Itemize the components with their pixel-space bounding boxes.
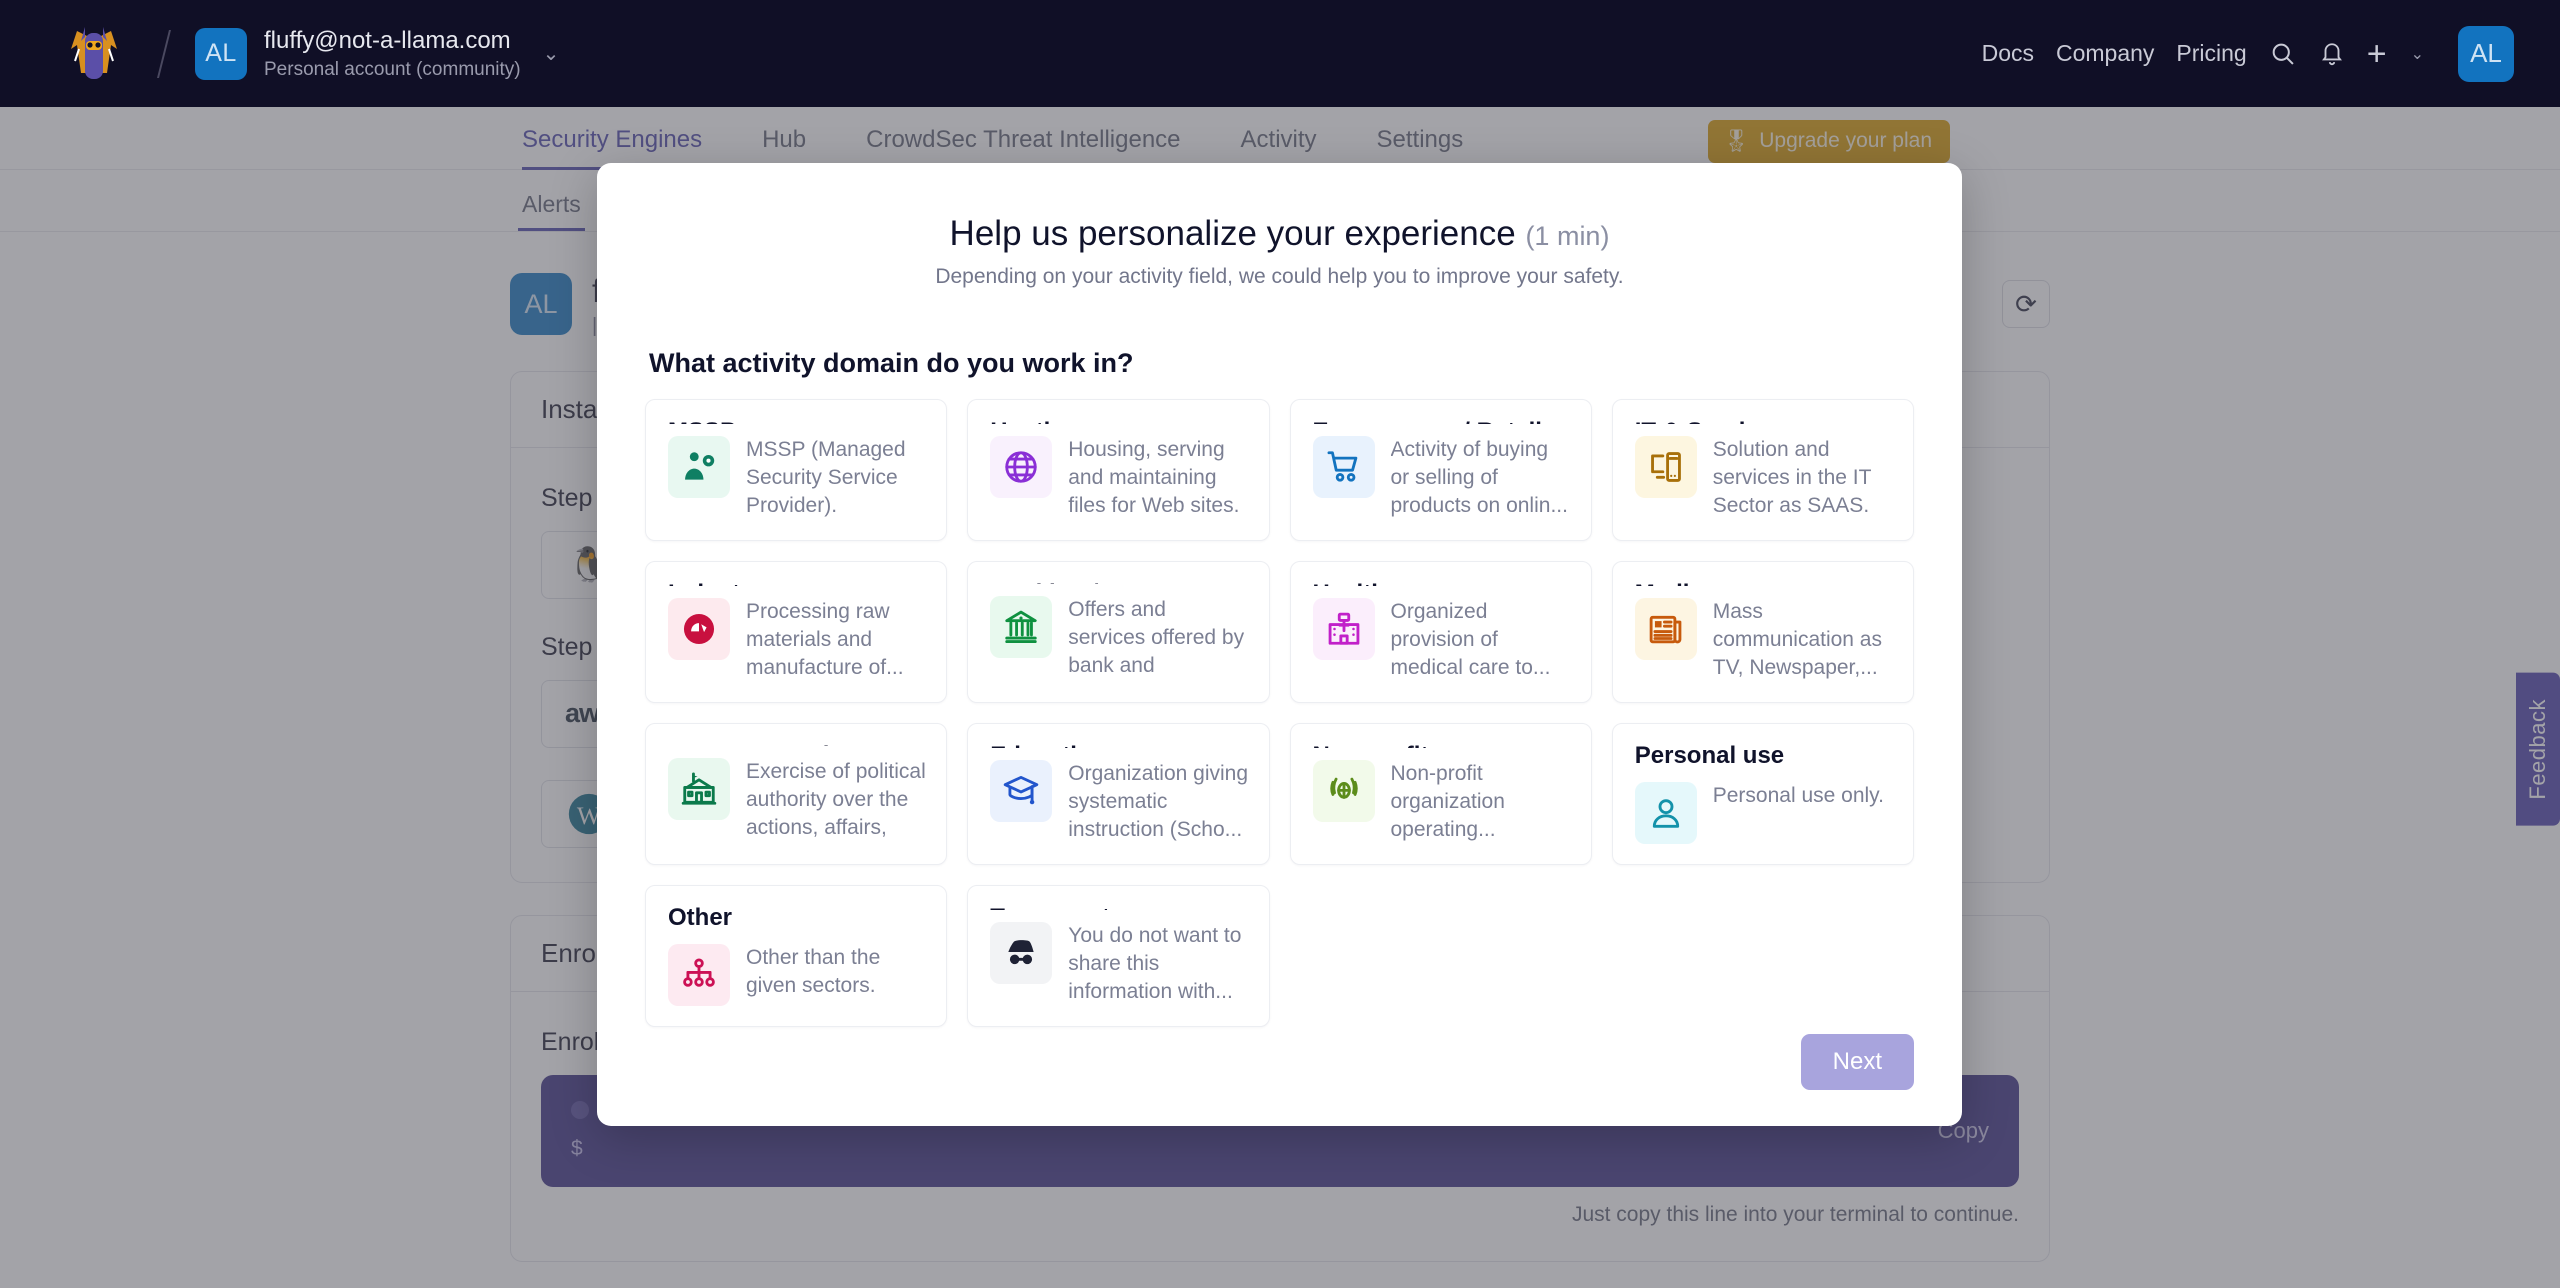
card-description: Organized provision of medical care to..… [1390,600,1551,680]
account-email: fluffy@not-a-llama.com [264,26,511,54]
card-body: Housing, serving and maintaining files f… [990,436,1248,520]
search-icon[interactable] [2269,40,2297,68]
activity-domain-card[interactable]: MSSP MSSP (Managed Security Service Provi… [645,399,948,541]
docs-link[interactable]: Docs [1982,40,2034,67]
modal-subtitle: Depending on your activity field, we cou… [935,265,1624,288]
card-title: Industry [668,580,926,586]
card-description: You do not want to share this informatio… [1068,924,1242,1004]
card-description: Exercise of political authority over the… [746,760,926,844]
card-description: Solution and services in the IT Sector a… [1712,438,1872,518]
pricing-link[interactable]: Pricing [2176,40,2246,67]
plus-icon[interactable]: + [2367,37,2387,71]
company-link[interactable]: Company [2056,40,2154,67]
activity-domain-card[interactable]: E-commerce / Retail Activity of buying or… [1289,399,1592,541]
activity-domain-card[interactable]: Media Mass communication as TV, Newspaper… [1611,561,1914,703]
activity-domain-card[interactable]: Education Organization giving systematic … [967,723,1270,865]
card-description: Personal use only. [1712,784,1884,807]
card-description: Non-profit organization operating... [1390,762,1505,842]
industry-helmet-icon [668,598,730,661]
card-title: E-commerce / Retail [1313,418,1571,424]
card-body: Non-profit organization operating... [1312,760,1571,844]
shopping-cart-icon [1312,436,1375,499]
card-description: Organization giving systematic instructi… [1068,762,1249,842]
chevron-down-icon[interactable]: ⌄ [543,41,560,66]
modal-title: Help us personalize your experience (1 m… [645,214,1914,254]
card-title: Media [1635,580,1893,586]
logo-divider [157,29,171,78]
top-bar-right: Docs Company Pricing + ⌄ AL [1982,25,2514,82]
chevron-down-icon[interactable]: ⌄ [2411,44,2424,64]
activity-domain-card[interactable]: Top secret You do not want to share this … [967,885,1270,1027]
modal-question: What activity domain do you work in? [649,348,1134,378]
card-body: Processing raw materials and manufacture… [668,598,926,682]
modal-title-text: Help us personalize your experience [949,214,1516,253]
activity-domain-card[interactable]: Hosting Housing, serving and maintaining … [967,399,1270,541]
account-avatar[interactable]: AL [195,27,247,80]
graduation-cap-icon [990,760,1053,823]
card-body: MSSP (Managed Security Service Provider)… [668,436,926,520]
hospital-icon [1312,598,1375,661]
top-bar: AL fluffy@not-a-llama.com Personal accou… [0,0,2560,107]
card-body: Activity of buying or selling of product… [1312,436,1571,520]
next-button[interactable]: Next [1800,1034,1914,1090]
card-description: Processing raw materials and manufacture… [746,600,904,680]
card-description: Mass communication as TV, Newspaper,... [1712,600,1882,680]
card-body: Offers and services offered by bank and … [990,596,1248,682]
account-info[interactable]: fluffy@not-a-llama.com Personal account … [264,26,521,82]
account-subtitle: Personal account (community) [264,58,521,80]
card-title: Personal use [1634,742,1785,769]
bank-icon [990,596,1053,658]
llama-logo-icon[interactable] [55,15,133,93]
card-title: Non-profit [1313,742,1571,748]
card-body: Organization giving systematic instructi… [990,760,1248,844]
card-description: Offers and services offered by bank and … [1068,598,1245,682]
server-desktop-icon [1634,436,1697,499]
card-title: Top secret [990,904,1248,910]
mssp-agent-icon [668,436,730,499]
modal-duration: (1 min) [1525,221,1610,251]
person-icon [1634,782,1697,844]
activity-domain-card[interactable]: Personal use Personal use only. [1611,723,1914,865]
activity-domain-card[interactable]: Non-profit Non-profit organization operat… [1289,723,1592,865]
org-chart-icon [668,944,730,1006]
card-description: Activity of buying or selling of product… [1390,438,1568,518]
activity-domain-card[interactable]: Industry Processing raw materials and man… [645,561,948,703]
card-title: Healthcare [1313,580,1571,586]
personalize-modal: Help us personalize your experience (1 m… [597,163,1962,1126]
card-body: Personal use only. [1634,782,1893,844]
activity-domain-card[interactable]: Governmental... Exercise of political aut… [645,723,948,865]
activity-domain-card[interactable]: Banking / Insurance Offers and services o… [967,561,1270,703]
bell-icon[interactable] [2319,41,2345,67]
capitol-building-icon [668,758,730,820]
activity-domain-card[interactable]: Other Other than the given sectors. [645,885,948,1027]
newspaper-icon [1634,598,1697,661]
card-description: MSSP (Managed Security Service Provider)… [746,438,906,518]
card-title: Other [668,904,733,931]
globe-icon [990,436,1053,499]
card-title: IT & Services [1635,418,1893,424]
card-body: Organized provision of medical care to..… [1312,598,1571,682]
card-body: Mass communication as TV, Newspaper,... [1634,598,1893,682]
incognito-icon [990,922,1053,985]
activity-domain-card[interactable]: IT & Services Solution and services in th… [1611,399,1914,541]
card-body: Exercise of political authority over the… [668,758,926,844]
activity-domain-grid: MSSP MSSP (Managed Security Service Provi… [645,399,1914,1027]
card-description: Other than the given sectors. [746,946,881,997]
hands-globe-icon [1312,760,1375,823]
card-body: Other than the given sectors. [668,944,926,1006]
modal-footer: Next [1800,1034,1914,1090]
card-title: Hosting [990,418,1248,424]
app-root: AL fluffy@not-a-llama.com Personal accou… [0,0,2560,1288]
card-title: Banking / Insurance [990,580,1248,584]
card-title: MSSP [668,418,926,424]
card-title: Education [990,742,1248,748]
card-body: Solution and services in the IT Sector a… [1634,436,1893,520]
card-body: You do not want to share this informatio… [990,922,1248,1006]
card-title: Governmental... [668,742,926,746]
activity-domain-card[interactable]: Healthcare Organized provision of medical… [1289,561,1592,703]
avatar[interactable]: AL [2458,25,2514,82]
card-description: Housing, serving and maintaining files f… [1068,438,1240,518]
